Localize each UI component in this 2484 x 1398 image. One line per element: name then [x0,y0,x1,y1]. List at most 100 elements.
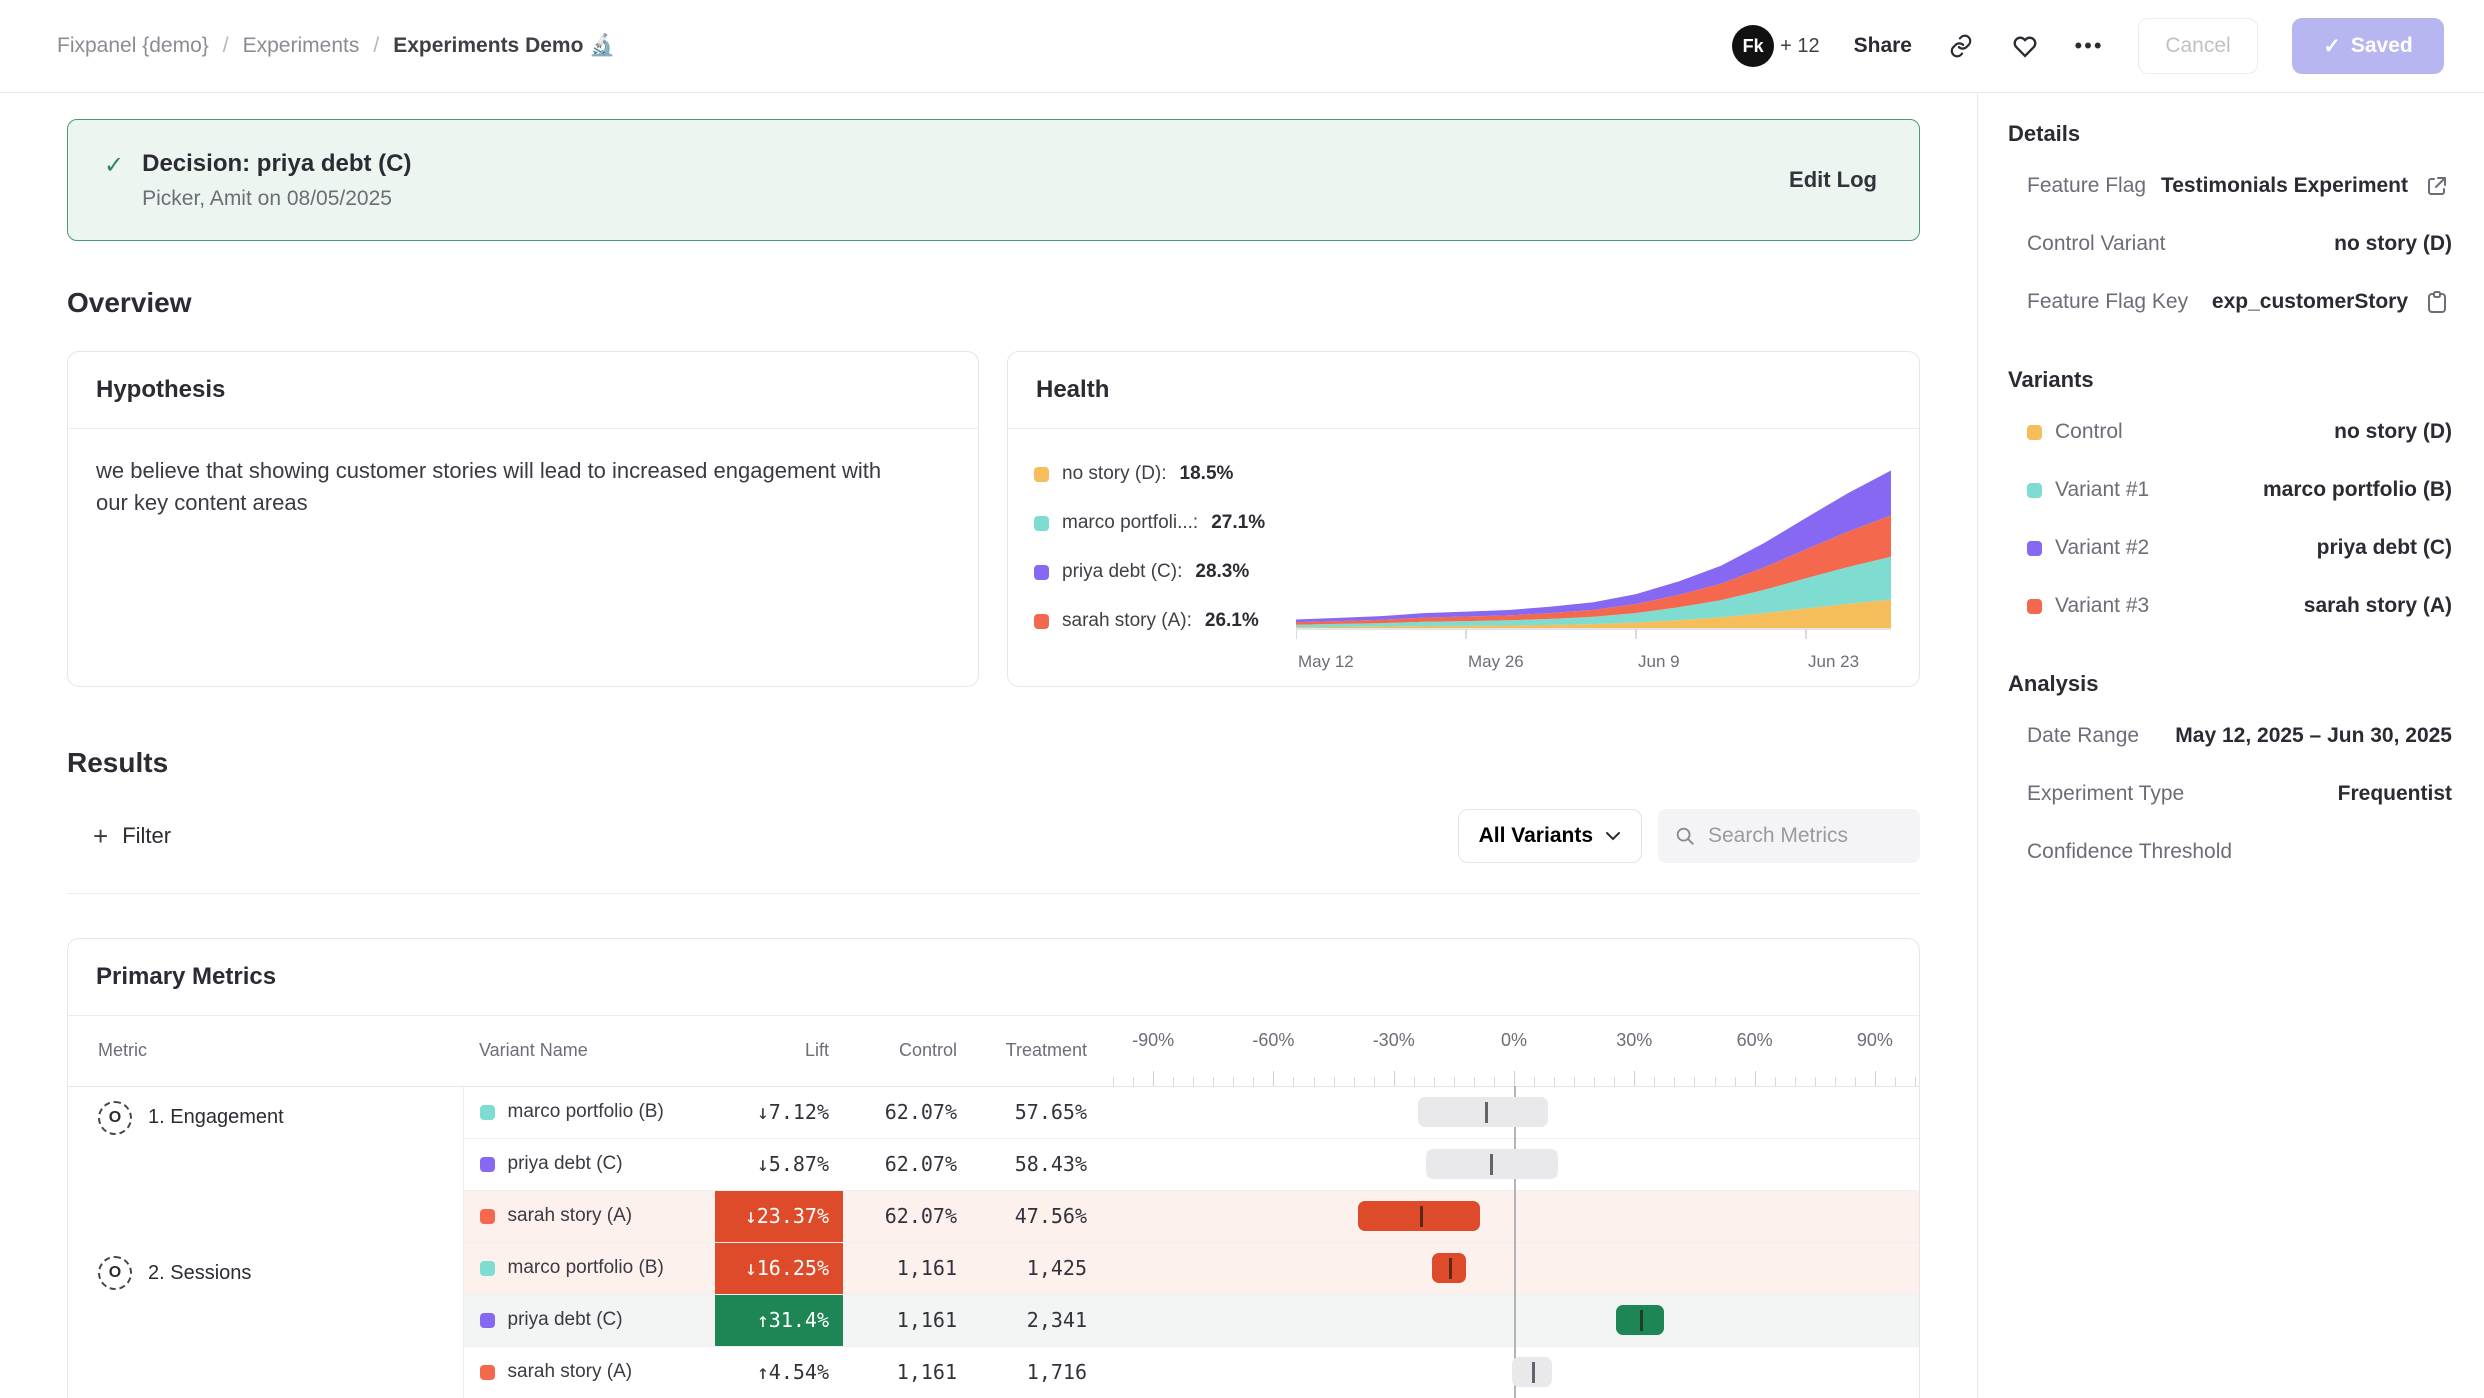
confidence-interval-bar [1101,1086,1919,1138]
variant-color-swatch [2027,599,2042,614]
variant-color-swatch [480,1209,495,1224]
decision-banner: ✓ Decision: priya debt (C) Picker, Amit … [67,119,1920,241]
breadcrumb-separator: / [223,34,229,58]
metric-cell[interactable]: O 2. Sessions [68,1242,463,1398]
confidence-threshold-row: Confidence Threshold [2008,823,2452,881]
confidence-interval-bar [1101,1190,1919,1242]
variant-color-swatch [1034,565,1049,580]
col-treatment: Treatment [971,1016,1101,1086]
variant-name: priya debt (C) [508,1153,623,1175]
variants-section-title: Variants [2008,367,2452,393]
variant-color-swatch [1034,467,1049,482]
collaborator-count: + 12 [1780,35,1819,58]
lift-value: ↓23.37% [715,1191,843,1242]
metrics-table: Metric Variant Name Lift Control Treatme… [68,1016,1919,1398]
treatment-value: 1,425 [971,1242,1101,1294]
breadcrumb-current-page: Experiments Demo 🔬 [393,34,615,58]
table-row[interactable]: O 2. Sessions marco portfolio (B) ↓16.25… [68,1242,1919,1294]
more-options-icon[interactable]: ••• [2074,31,2104,61]
variant-name: priya debt (C) [508,1309,623,1331]
treatment-value: 1,716 [971,1346,1101,1398]
edit-log-button[interactable]: Edit Log [1789,167,1877,193]
control-variant-value: no story (D) [2334,232,2452,256]
primary-metrics-card: Primary Metrics Metric Variant Name Lift… [67,938,1920,1398]
legend-item: priya debt (C): 28.3% [1034,561,1296,583]
variant-name: marco portfolio (B) [508,1257,664,1279]
metric-badge-icon: O [98,1256,132,1290]
control-value: 62.07% [843,1190,971,1242]
breadcrumb-experiments[interactable]: Experiments [243,34,360,58]
svg-text:May 26: May 26 [1468,652,1524,671]
confidence-interval-bar [1101,1346,1919,1398]
metric-badge-icon: O [98,1101,132,1135]
collaborators[interactable]: Fk + 12 [1732,25,1819,67]
favorite-icon[interactable] [2010,31,2040,61]
variant-name: marco portfolio (B) [508,1101,664,1123]
metrics-search[interactable] [1658,809,1920,863]
top-bar: Fixpanel {demo} / Experiments / Experime… [0,0,2484,93]
col-variant-name: Variant Name [463,1016,715,1086]
details-section-title: Details [2008,121,2452,147]
feature-flag-row: Feature Flag Testimonials Experiment [2008,157,2452,215]
variant-color-swatch [2027,483,2042,498]
breadcrumb: Fixpanel {demo} / Experiments / Experime… [57,34,615,58]
variant-row: Variant #1 marco portfolio (B) [2008,461,2452,519]
variant-color-swatch [480,1105,495,1120]
decision-title: Decision: priya debt (C) [142,150,411,178]
variants-dropdown[interactable]: All Variants [1458,809,1642,863]
feature-flag-value[interactable]: Testimonials Experiment [2161,174,2408,198]
variant-row: Variant #3 sarah story (A) [2008,577,2452,635]
variant-color-swatch [1034,614,1049,629]
hypothesis-body: we believe that showing customer stories… [68,429,928,545]
health-card: Health no story (D): 18.5% marco portfol… [1007,351,1920,687]
feature-flag-key-row: Feature Flag Key exp_customerStory [2008,273,2452,331]
control-value: 1,161 [843,1242,971,1294]
cancel-button[interactable]: Cancel [2138,18,2258,74]
experiment-type-value: Frequentist [2338,782,2452,806]
plus-icon: + [93,821,108,852]
lift-value: ↑31.4% [715,1295,843,1346]
feature-flag-key-value: exp_customerStory [2212,290,2408,314]
control-value: 1,161 [843,1346,971,1398]
variant-color-swatch [480,1261,495,1276]
experiment-type-row: Experiment Type Frequentist [2008,765,2452,823]
variant-name: sarah story (A) [508,1361,633,1383]
avatar[interactable]: Fk [1732,25,1774,67]
variant-color-swatch [1034,516,1049,531]
confidence-interval-bar [1101,1294,1919,1346]
svg-text:Jun 9: Jun 9 [1638,652,1680,671]
health-stacked-area-chart: May 12 May 26 Jun 9 Jun 23 [1296,449,1893,684]
check-icon: ✓ [2323,34,2341,59]
breadcrumb-project[interactable]: Fixpanel {demo} [57,34,209,58]
col-lift: Lift [715,1016,843,1086]
treatment-value: 58.43% [971,1138,1101,1190]
date-range-row: Date Range May 12, 2025 – Jun 30, 2025 [2008,707,2452,765]
share-button[interactable]: Share [1854,34,1912,58]
copy-link-icon[interactable] [1946,31,1976,61]
lift-value: ↓5.87% [715,1139,843,1190]
control-value: 62.07% [843,1086,971,1138]
metric-cell[interactable]: O 1. Engagement [68,1086,463,1242]
table-row[interactable]: O 1. Engagement marco portfolio (B) ↓7.1… [68,1086,1919,1138]
check-icon: ✓ [104,150,124,211]
decision-subtitle: Picker, Amit on 08/05/2025 [142,187,411,211]
search-icon [1674,825,1696,847]
overview-heading: Overview [67,287,1920,319]
analysis-section-title: Analysis [2008,671,2452,697]
chevron-down-icon [1605,831,1621,841]
search-input[interactable] [1708,824,1898,848]
copy-icon[interactable] [2422,287,2452,317]
confidence-interval-bar [1101,1138,1919,1190]
variant-name: sarah story (A) [508,1205,633,1227]
add-filter-button[interactable]: + Filter [67,821,171,852]
col-metric: Metric [68,1016,463,1086]
svg-text:Jun 23: Jun 23 [1808,652,1859,671]
variant-color-swatch [480,1365,495,1380]
variant-color-swatch [480,1157,495,1172]
legend-item: no story (D): 18.5% [1034,463,1296,485]
svg-text:May 12: May 12 [1298,652,1354,671]
external-link-icon[interactable] [2422,171,2452,201]
treatment-value: 57.65% [971,1086,1101,1138]
saved-button[interactable]: ✓ Saved [2292,18,2444,74]
variant-row: Control no story (D) [2008,403,2452,461]
